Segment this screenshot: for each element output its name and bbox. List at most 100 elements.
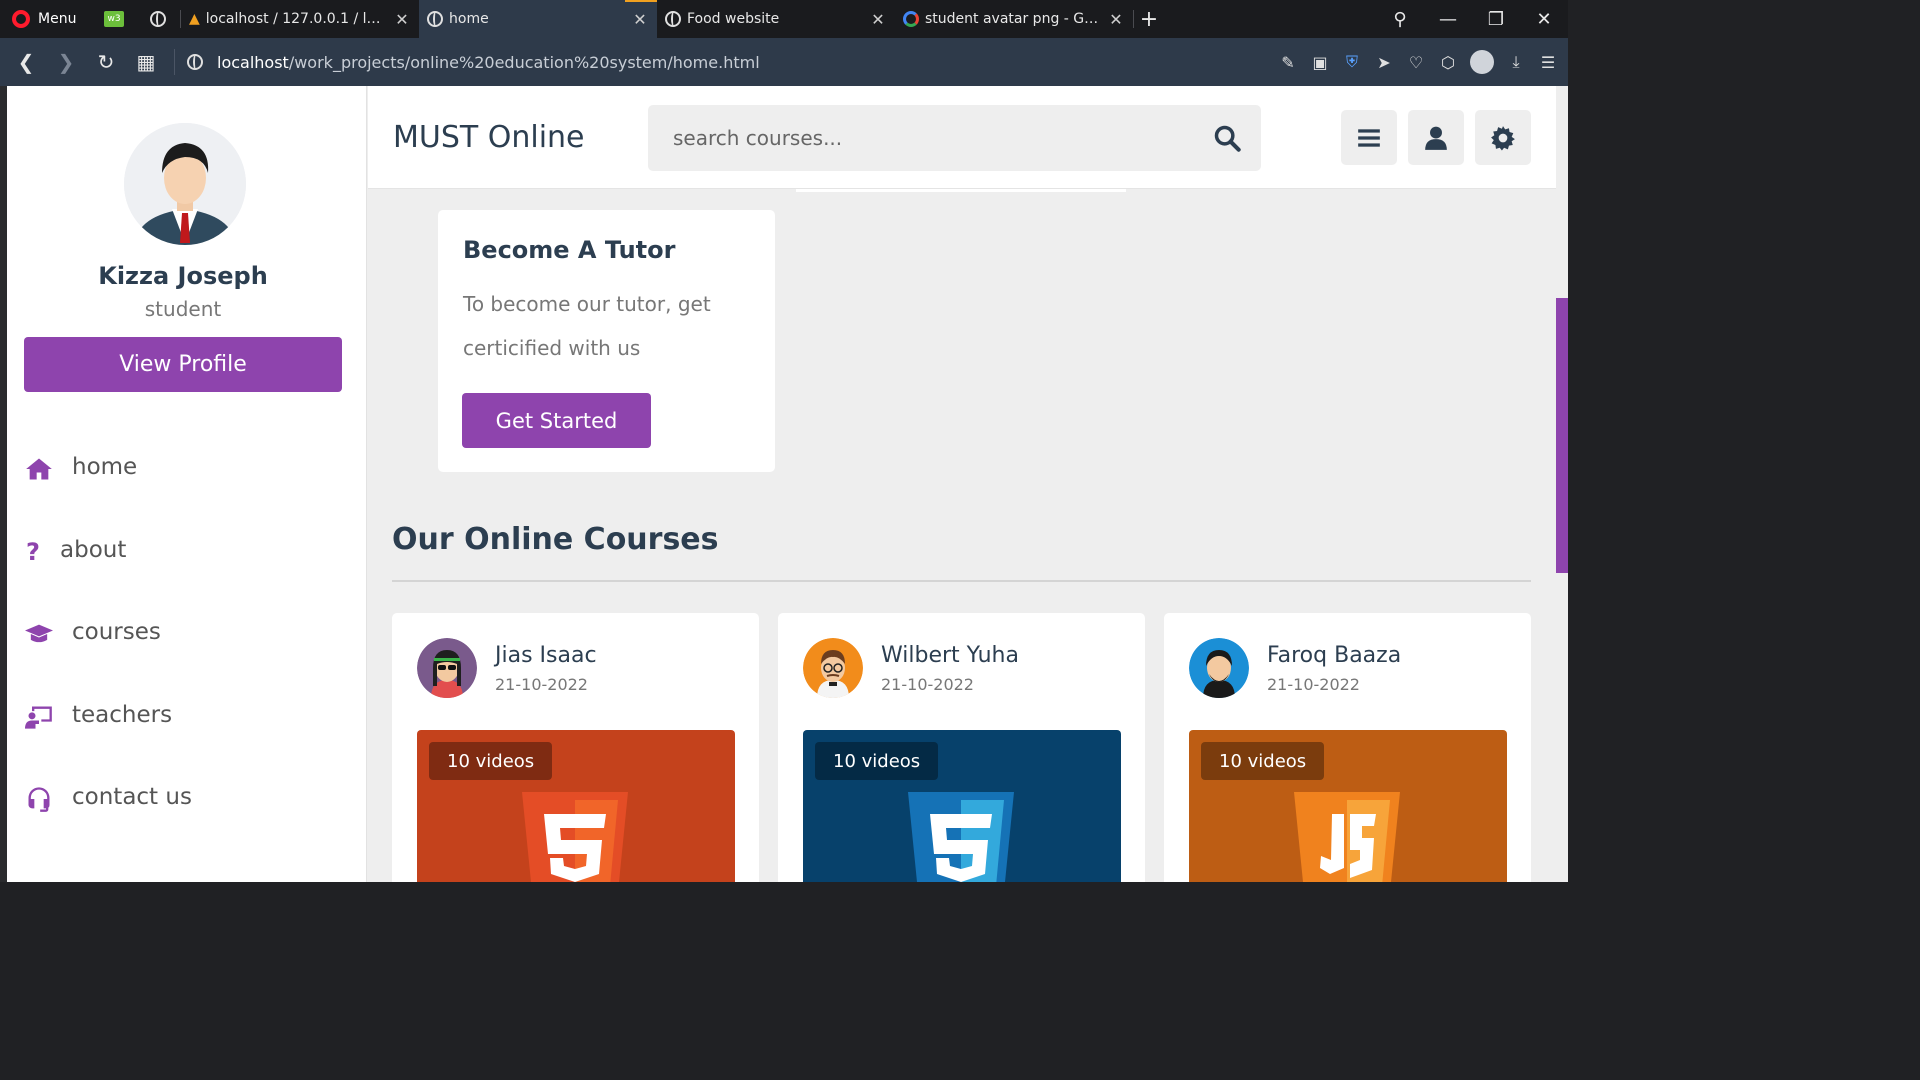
js-icon — [1294, 792, 1400, 882]
browser-menu-button[interactable]: Menu — [0, 10, 92, 28]
google-icon — [903, 11, 919, 27]
globe-icon — [150, 11, 166, 27]
user-button[interactable] — [1408, 110, 1464, 165]
new-tab-button[interactable]: + — [1134, 7, 1164, 32]
close-window-icon[interactable]: ✕ — [1520, 9, 1568, 30]
course-date: 21-10-2022 — [881, 675, 974, 694]
edit-page-icon[interactable]: ✎ — [1278, 53, 1298, 72]
extensions-cube-icon[interactable]: ⬡ — [1438, 53, 1458, 72]
search-icon[interactable] — [1213, 124, 1241, 152]
sidebar-item-courses[interactable]: courses — [24, 601, 354, 684]
tutor-avatar — [1189, 638, 1249, 698]
reload-icon[interactable]: ↻ — [86, 50, 126, 74]
tab-food-website[interactable]: Food website ✕ — [657, 0, 895, 38]
search-box — [648, 105, 1261, 171]
section-divider — [392, 580, 1531, 582]
pinned-tab-globe[interactable] — [136, 0, 180, 38]
restore-icon[interactable]: ❐ — [1472, 9, 1520, 30]
header-buttons — [1341, 110, 1531, 165]
student-role: student — [144, 297, 222, 321]
browser-menu-label: Menu — [38, 11, 77, 27]
page-left-edge — [0, 86, 7, 882]
tab-phpmyadmin[interactable]: ▲ localhost / 127.0.0.1 / lemer ✕ — [181, 0, 419, 38]
sidebar-item-home[interactable]: home — [24, 436, 354, 519]
close-tab-icon[interactable]: ✕ — [393, 10, 411, 29]
student-avatar — [124, 123, 246, 245]
course-card-html[interactable]: Jias Isaac 21-10-2022 10 videos — [392, 613, 759, 882]
browser-tab-strip: Menu w3 ▲ localhost / 127.0.0.1 / lemer … — [0, 0, 1568, 38]
window-controls: ⚲ — ❐ ✕ — [1376, 0, 1568, 38]
forward-icon[interactable]: ❯ — [46, 50, 86, 74]
address-bar: ❮ ❯ ↻ ▦ localhost/work_projects/online%2… — [0, 38, 1568, 86]
user-icon — [1425, 126, 1447, 150]
snapshot-icon[interactable]: ▣ — [1310, 53, 1330, 72]
sidebar-item-label: home — [72, 454, 138, 480]
sidebar-item-label: about — [60, 536, 127, 563]
tutor-box-text: To become our tutor, get certicified wit… — [463, 292, 711, 360]
sidebar-item-about[interactable]: ? about — [24, 519, 354, 602]
tutor-name[interactable]: Wilbert Yuha — [881, 643, 1019, 668]
search-input[interactable] — [648, 105, 1208, 171]
headset-icon — [24, 784, 54, 814]
get-started-button[interactable]: Get Started — [462, 393, 651, 448]
menu-icon — [1358, 128, 1380, 147]
student-avatar-icon — [124, 123, 246, 245]
home-icon — [24, 454, 54, 484]
course-date: 21-10-2022 — [1267, 675, 1360, 694]
html5-icon — [522, 792, 628, 882]
sidebar-item-label: contact us — [72, 784, 192, 810]
tutor-name[interactable]: Faroq Baaza — [1267, 643, 1401, 668]
sidebar-item-label: teachers — [72, 701, 173, 728]
web-page: Kizza Joseph student View Profile home ?… — [0, 86, 1568, 882]
minimize-icon[interactable]: — — [1424, 9, 1472, 30]
settings-button[interactable] — [1475, 110, 1531, 165]
tab-title: Food website — [687, 11, 780, 27]
course-date: 21-10-2022 — [495, 675, 588, 694]
site-brand[interactable]: MUST Online — [393, 120, 585, 155]
heart-icon[interactable]: ♡ — [1406, 53, 1426, 72]
sidebar-nav: home ? about courses teachers contact us — [24, 436, 354, 849]
course-card-css[interactable]: Wilbert Yuha 21-10-2022 10 videos — [778, 613, 1145, 882]
url-field[interactable]: localhost/work_projects/online%20educati… — [217, 53, 760, 72]
tutor-name[interactable]: Jias Isaac — [495, 643, 597, 668]
tutor-avatar — [417, 638, 477, 698]
video-count-badge: 10 videos — [815, 742, 939, 780]
video-count-badge: 10 videos — [1201, 742, 1325, 780]
tab-title: student avatar png - Google — [925, 11, 1101, 27]
profile-avatar-icon[interactable] — [1470, 50, 1494, 74]
adblock-shield-icon[interactable]: ⛨ — [1342, 52, 1362, 72]
sidebar-item-contact[interactable]: contact us — [24, 766, 354, 849]
scrollbar-thumb[interactable] — [1556, 298, 1568, 573]
tab-google-search[interactable]: student avatar png - Google ✕ — [895, 0, 1133, 38]
css3-icon — [908, 792, 1014, 882]
tab-title: localhost / 127.0.0.1 / lemer — [205, 11, 387, 27]
tabs-grid-icon[interactable]: ▦ — [126, 50, 166, 74]
header-underline — [796, 189, 1126, 192]
tutor-avatar — [803, 638, 863, 698]
sidebar-item-label: courses — [72, 619, 161, 645]
course-thumbnail[interactable]: 10 videos — [417, 730, 735, 882]
easy-setup-icon[interactable]: ☰ — [1538, 53, 1558, 72]
download-icon[interactable]: ⤓ — [1506, 52, 1526, 72]
close-tab-icon[interactable]: ✕ — [631, 10, 649, 29]
close-tab-icon[interactable]: ✕ — [1107, 10, 1125, 29]
close-tab-icon[interactable]: ✕ — [869, 10, 887, 29]
site-info-icon[interactable] — [187, 54, 203, 70]
phpmyadmin-icon: ▲ — [189, 11, 200, 27]
student-name: Kizza Joseph — [98, 262, 268, 290]
view-profile-button[interactable]: View Profile — [24, 337, 342, 392]
pinned-tab-w3[interactable]: w3 — [92, 0, 136, 38]
course-thumbnail[interactable]: 10 videos — [803, 730, 1121, 882]
search-tabs-icon[interactable]: ⚲ — [1376, 9, 1424, 30]
tutor-avatar-icon — [803, 638, 863, 698]
opera-logo-icon — [12, 10, 30, 28]
tab-home[interactable]: home ✕ — [419, 0, 657, 38]
send-icon[interactable]: ➤ — [1374, 53, 1394, 72]
sidebar-item-teachers[interactable]: teachers — [24, 684, 354, 767]
tutor-box-title: Become A Tutor — [463, 236, 676, 264]
sidebar: Kizza Joseph student View Profile home ?… — [7, 86, 367, 882]
course-card-js[interactable]: Faroq Baaza 21-10-2022 10 videos — [1164, 613, 1531, 882]
menu-button[interactable] — [1341, 110, 1397, 165]
course-thumbnail[interactable]: 10 videos — [1189, 730, 1507, 882]
back-icon[interactable]: ❮ — [6, 50, 46, 74]
